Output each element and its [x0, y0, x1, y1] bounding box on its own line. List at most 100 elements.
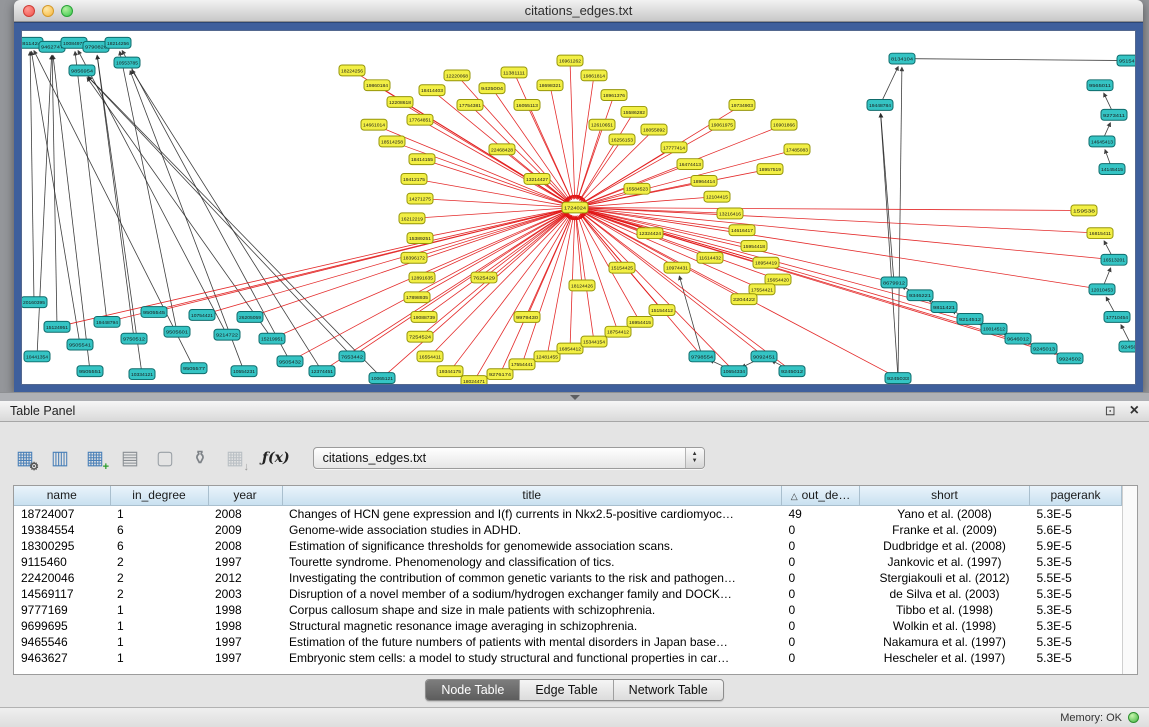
graph-node[interactable]: 9924502 [1057, 353, 1083, 364]
graph-node[interactable]: 14145415 [1099, 164, 1125, 175]
table-row[interactable]: 911546021997Tourette syndrome. Phenomeno… [14, 554, 1122, 570]
graph-node[interactable]: 159538 [1071, 205, 1097, 216]
graph-node[interactable]: 18124426 [569, 280, 595, 291]
close-window-button[interactable] [23, 5, 35, 17]
graph-node[interactable]: 17554441 [509, 359, 535, 370]
graph-node[interactable]: 16901866 [771, 119, 797, 130]
import-table-button[interactable]: ▦↓ [222, 445, 248, 471]
show-columns-button[interactable]: ▥ [47, 445, 73, 471]
graph-node[interactable]: 16954415 [627, 316, 653, 327]
graph-node[interactable]: 19734903 [729, 100, 755, 111]
graph-node[interactable]: 18396172 [401, 252, 427, 263]
table-row[interactable]: 1456911722003Disruption of a novel membe… [14, 586, 1122, 602]
graph-node[interactable]: 18224256 [339, 65, 365, 76]
graph-node[interactable]: 16212219 [399, 213, 425, 224]
graph-node[interactable]: 10553785 [114, 57, 140, 68]
graph-node[interactable]: 18961376 [601, 90, 627, 101]
graph-node[interactable]: 16854412 [557, 343, 583, 354]
graph-node[interactable]: 17777414 [661, 142, 687, 153]
graph-node[interactable]: 7625429 [471, 272, 497, 283]
graph-node[interactable]: 9515416 [1117, 55, 1136, 66]
graph-node[interactable]: 9276174 [487, 369, 513, 380]
graph-node[interactable]: 9245032 [1119, 341, 1136, 352]
graph-node[interactable]: 18957519 [757, 164, 783, 175]
graph-node[interactable]: 16474413 [677, 159, 703, 170]
graph-node[interactable]: 16256153 [609, 134, 635, 145]
graph-node[interactable]: 9273411 [1101, 109, 1127, 120]
graph-node[interactable]: 16513201 [1101, 254, 1127, 265]
graph-node[interactable]: 19448794 [94, 316, 120, 327]
tab-network-table[interactable]: Network Table [613, 680, 723, 700]
graph-node[interactable]: 12220068 [444, 70, 470, 81]
graph-node[interactable]: 7653442 [339, 351, 365, 362]
tab-edge-table[interactable]: Edge Table [519, 680, 612, 700]
graph-node[interactable]: 19860184 [364, 80, 390, 91]
graph-node[interactable]: 15154425 [609, 262, 635, 273]
graph-node[interactable]: 10654334 [721, 366, 747, 377]
graph-node[interactable]: 10014512 [981, 323, 1007, 334]
column-header-title[interactable]: title [282, 486, 782, 505]
graph-node[interactable]: 9505432 [277, 356, 303, 367]
graph-node[interactable]: 9856954 [69, 65, 95, 76]
graph-node[interactable]: 9979430 [514, 312, 540, 323]
graph-node[interactable]: 1724024 [562, 202, 588, 213]
graph-node[interactable]: 9505577 [181, 363, 207, 374]
graph-node[interactable]: 15344154 [581, 336, 607, 347]
table-row[interactable]: 1830029562008Estimation of significance … [14, 538, 1122, 554]
network-select[interactable]: citations_edges.txt ▲ ▼ [313, 447, 705, 469]
graph-node[interactable]: 9425004 [479, 83, 505, 94]
close-panel-icon[interactable]: × [1130, 402, 1139, 420]
graph-node[interactable]: 19412175 [401, 173, 427, 184]
graph-node[interactable]: 26205059 [237, 312, 263, 323]
minimize-window-button[interactable] [42, 5, 54, 17]
graph-node[interactable]: 19088739 [411, 312, 437, 323]
row-options-button[interactable]: ▤ [117, 445, 143, 471]
column-header-name[interactable]: name [14, 486, 110, 505]
graph-node[interactable]: 16055113 [514, 100, 540, 111]
graph-node[interactable]: 12374451 [309, 366, 335, 377]
graph-node[interactable]: 2204422 [731, 294, 757, 305]
graph-node[interactable]: 12208618 [387, 97, 413, 108]
graph-node[interactable]: 17485083 [784, 144, 810, 155]
graph-node[interactable]: 9245012 [779, 366, 805, 377]
network-canvas[interactable]: 1724024182242561986018412208618177648511… [21, 30, 1136, 385]
graph-node[interactable]: 12010453 [1089, 284, 1115, 295]
table-row[interactable]: 1872400712008Changes of HCN gene express… [14, 505, 1122, 522]
graph-node[interactable]: 8134104 [889, 53, 915, 64]
create-column-button[interactable]: ▦+ [82, 445, 108, 471]
graph-node[interactable]: 9505545 [141, 307, 167, 318]
split-divider[interactable] [0, 392, 1149, 401]
graph-node[interactable]: 18055892 [641, 124, 667, 135]
graph-node[interactable]: 10974431 [664, 262, 690, 273]
graph-node[interactable]: 19861814 [581, 70, 607, 81]
graph-node[interactable]: 14645413 [1089, 136, 1115, 147]
graph-node[interactable]: 16961262 [557, 55, 583, 66]
graph-node[interactable]: 17710454 [1104, 312, 1130, 323]
graph-node[interactable]: 9214722 [214, 329, 240, 340]
graph-node[interactable]: 8679912 [881, 277, 907, 288]
graph-node[interactable]: 16554411 [417, 351, 443, 362]
graph-node[interactable]: 20160395 [21, 297, 47, 308]
graph-node[interactable]: 12481455 [534, 351, 560, 362]
graph-node[interactable]: 9750512 [121, 333, 147, 344]
graph-node[interactable]: 12891635 [409, 272, 435, 283]
graph-node[interactable]: 10334121 [129, 369, 155, 380]
graph-node[interactable]: 9798554 [689, 351, 715, 362]
table-row[interactable]: 977716911998Corpus callosum shape and si… [14, 602, 1122, 618]
graph-node[interactable]: 18954419 [753, 257, 779, 268]
table-scrollbar[interactable] [1122, 486, 1137, 674]
graph-node[interactable]: 17554421 [749, 284, 775, 295]
table-row[interactable]: 946362711997Embryonic stem cells: a mode… [14, 650, 1122, 666]
graph-node[interactable]: 9092451 [751, 351, 777, 362]
new-table-button[interactable]: ▢ [152, 445, 178, 471]
graph-node[interactable]: 11614432 [697, 252, 723, 263]
graph-node[interactable]: 12610651 [589, 119, 615, 130]
graph-node[interactable]: 7254524 [407, 331, 433, 342]
graph-node[interactable]: 10754421 [189, 310, 215, 321]
graph-node[interactable]: 18514258 [379, 136, 405, 147]
graph-node[interactable]: 15124951 [44, 321, 70, 332]
graph-node[interactable]: 18414155 [409, 154, 435, 165]
graph-node[interactable]: 22468428 [489, 144, 515, 155]
tab-node-table[interactable]: Node Table [426, 680, 519, 700]
graph-node[interactable]: 19344175 [437, 366, 463, 377]
